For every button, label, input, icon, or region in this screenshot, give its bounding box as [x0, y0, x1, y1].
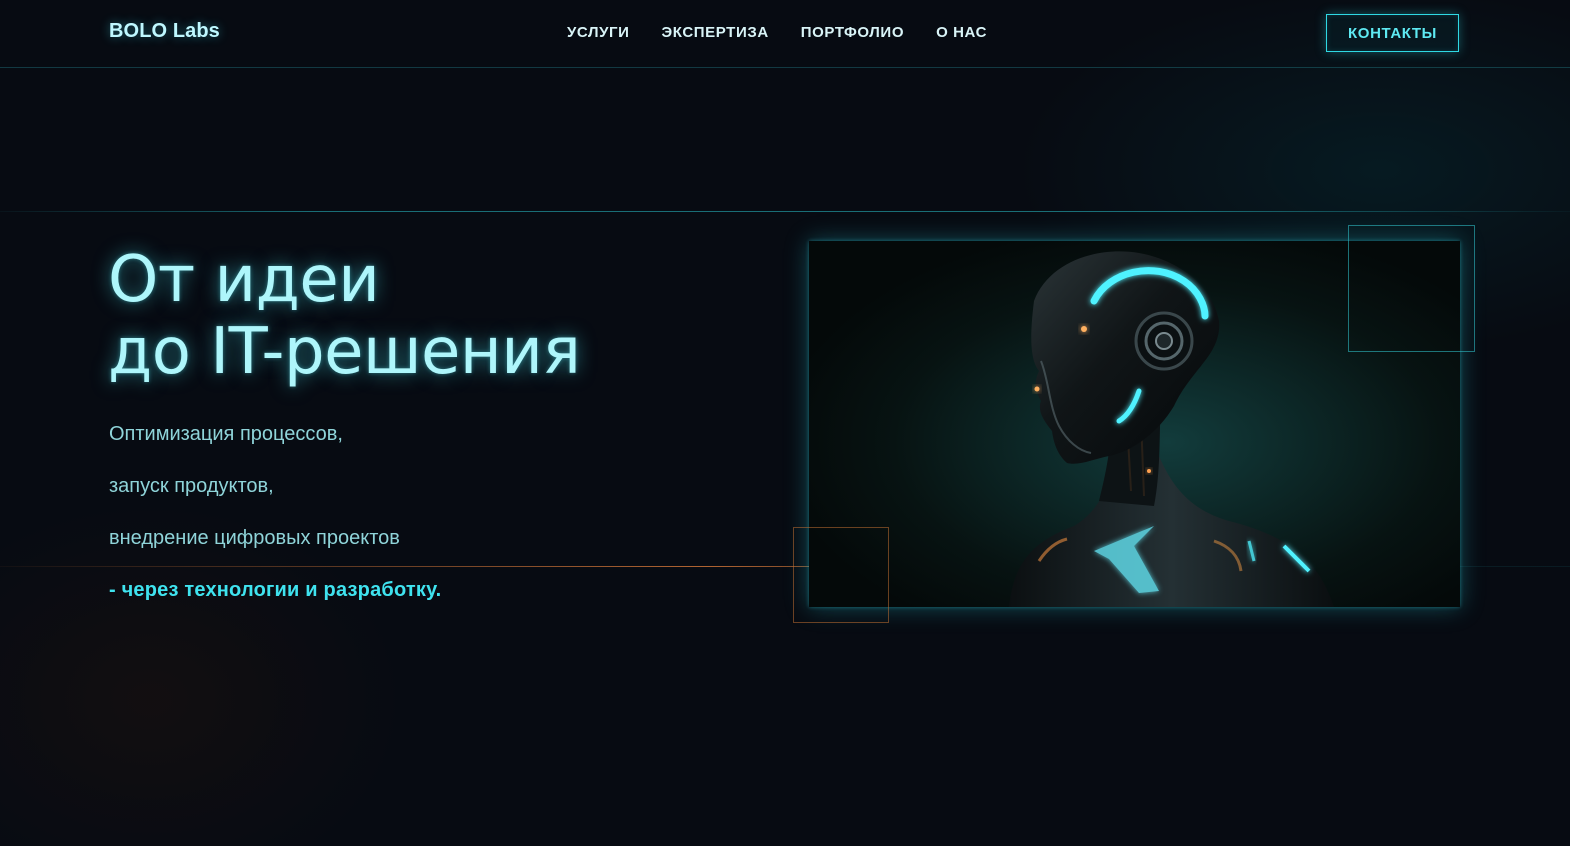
- hero-title-line-2: до IT-решения: [108, 315, 581, 389]
- hero-title-line-1: От идеи: [108, 243, 380, 317]
- nav-link-about[interactable]: О НАС: [936, 24, 987, 41]
- brand-logo[interactable]: BOLO Labs: [109, 20, 220, 43]
- decorative-frame-top-right: [1348, 225, 1475, 352]
- decorative-frame-bottom-left: [793, 527, 889, 623]
- contacts-button[interactable]: КОНТАКТЫ: [1326, 14, 1459, 52]
- hero-accent-line: - через технологии и разработку.: [109, 579, 442, 601]
- hero-title: От идеи до IT-решения: [108, 243, 581, 389]
- nav-link-portfolio[interactable]: ПОРТФОЛИО: [801, 24, 904, 41]
- divider-line-top: [0, 211, 1570, 212]
- nav-link-services[interactable]: УСЛУГИ: [567, 24, 630, 41]
- hero-text-line-3: внедрение цифровых проектов: [109, 527, 400, 549]
- hero-text-line-2: запуск продуктов,: [109, 475, 274, 497]
- nav-link-expertise[interactable]: ЭКСПЕРТИЗА: [662, 24, 769, 41]
- site-header: BOLO Labs УСЛУГИ ЭКСПЕРТИЗА ПОРТФОЛИО О …: [0, 0, 1570, 68]
- hero-text-line-1: Оптимизация процессов,: [109, 423, 343, 445]
- landing-page: BOLO Labs УСЛУГИ ЭКСПЕРТИЗА ПОРТФОЛИО О …: [0, 0, 1570, 846]
- main-nav: УСЛУГИ ЭКСПЕРТИЗА ПОРТФОЛИО О НАС: [567, 24, 987, 41]
